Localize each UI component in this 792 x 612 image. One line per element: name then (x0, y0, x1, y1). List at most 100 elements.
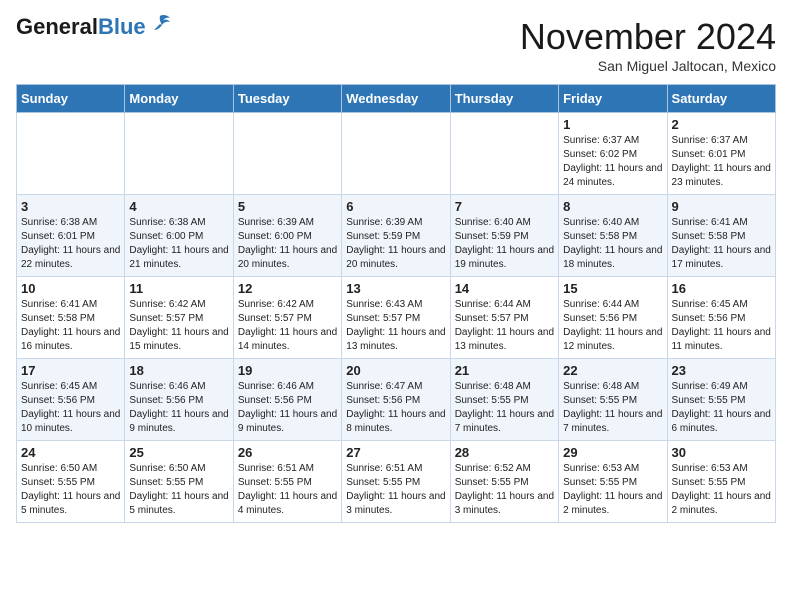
calendar-cell: 27Sunrise: 6:51 AMSunset: 5:55 PMDayligh… (342, 441, 450, 523)
day-info: Sunrise: 6:44 AMSunset: 5:56 PMDaylight:… (563, 298, 662, 354)
calendar-week-row: 10Sunrise: 6:41 AMSunset: 5:58 PMDayligh… (17, 277, 776, 359)
day-info: Sunrise: 6:46 AMSunset: 5:56 PMDaylight:… (238, 380, 337, 436)
title-block: November 2024 San Miguel Jaltocan, Mexic… (520, 16, 776, 74)
logo-text: GeneralBlue (16, 16, 146, 38)
day-info: Sunrise: 6:40 AMSunset: 5:59 PMDaylight:… (455, 216, 554, 272)
calendar-cell: 24 Sunrise: 6:50 AMSunset: 5:55 PMDayligh… (17, 441, 125, 523)
calendar-cell: 8 Sunrise: 6:40 AMSunset: 5:58 PMDaylight… (559, 195, 667, 277)
calendar-cell (233, 113, 341, 195)
day-info: Sunrise: 6:48 AMSunset: 5:55 PMDaylight:… (563, 380, 662, 436)
day-info: Sunrise: 6:51 AMSunset: 5:55 PMDaylight:… (238, 462, 337, 518)
calendar-cell: 15 Sunrise: 6:44 AMSunset: 5:56 PMDayligh… (559, 277, 667, 359)
day-number: 21 (455, 363, 554, 378)
calendar-cell: 19 Sunrise: 6:46 AMSunset: 5:56 PMDayligh… (233, 359, 341, 441)
weekday-header: Sunday (17, 85, 125, 113)
day-number: 19 (238, 363, 337, 378)
calendar-cell: 26 Sunrise: 6:51 AMSunset: 5:55 PMDayligh… (233, 441, 341, 523)
day-number: 11 (129, 281, 228, 296)
day-number: 17 (21, 363, 120, 378)
weekday-header: Wednesday (342, 85, 450, 113)
day-number: 2 (672, 117, 771, 132)
day-info: Sunrise: 6:47 AMSunset: 5:56 PMDaylight:… (346, 380, 445, 436)
day-info: Sunrise: 6:49 AMSunset: 5:55 PMDaylight:… (672, 380, 771, 436)
day-number: 22 (563, 363, 662, 378)
logo: GeneralBlue (16, 16, 172, 38)
calendar-cell (17, 113, 125, 195)
calendar-cell (450, 113, 558, 195)
day-info: Sunrise: 6:45 AMSunset: 5:56 PMDaylight:… (21, 380, 120, 436)
calendar-cell: 18Sunrise: 6:46 AMSunset: 5:56 PMDayligh… (125, 359, 233, 441)
calendar-cell: 11 Sunrise: 6:42 AMSunset: 5:57 PMDayligh… (125, 277, 233, 359)
calendar-cell: 21 Sunrise: 6:48 AMSunset: 5:55 PMDayligh… (450, 359, 558, 441)
day-info: Sunrise: 6:37 AMSunset: 6:01 PMDaylight:… (672, 134, 771, 190)
day-number: 14 (455, 281, 554, 296)
day-info: Sunrise: 6:38 AMSunset: 6:00 PMDaylight:… (129, 216, 228, 272)
calendar-week-row: 3Sunrise: 6:38 AMSunset: 6:01 PMDaylight… (17, 195, 776, 277)
day-info: Sunrise: 6:50 AMSunset: 5:55 PMDaylight:… (129, 462, 228, 518)
calendar-cell (125, 113, 233, 195)
day-info: Sunrise: 6:42 AMSunset: 5:57 PMDaylight:… (238, 298, 337, 354)
calendar-week-row: 24 Sunrise: 6:50 AMSunset: 5:55 PMDayligh… (17, 441, 776, 523)
day-info: Sunrise: 6:37 AMSunset: 6:02 PMDaylight:… (563, 134, 662, 190)
day-info: Sunrise: 6:41 AMSunset: 5:58 PMDaylight:… (21, 298, 120, 354)
day-info: Sunrise: 6:52 AMSunset: 5:55 PMDaylight:… (455, 462, 554, 518)
day-number: 9 (672, 199, 771, 214)
calendar-cell: 29 Sunrise: 6:53 AMSunset: 5:55 PMDayligh… (559, 441, 667, 523)
day-number: 26 (238, 445, 337, 460)
calendar-cell: 20Sunrise: 6:47 AMSunset: 5:56 PMDayligh… (342, 359, 450, 441)
day-info: Sunrise: 6:50 AMSunset: 5:55 PMDaylight:… (21, 462, 120, 518)
calendar-cell: 12Sunrise: 6:42 AMSunset: 5:57 PMDayligh… (233, 277, 341, 359)
calendar-cell: 14 Sunrise: 6:44 AMSunset: 5:57 PMDayligh… (450, 277, 558, 359)
day-info: Sunrise: 6:53 AMSunset: 5:55 PMDaylight:… (563, 462, 662, 518)
day-number: 24 (21, 445, 120, 460)
day-info: Sunrise: 6:39 AMSunset: 5:59 PMDaylight:… (346, 216, 445, 272)
calendar-cell: 1 Sunrise: 6:37 AMSunset: 6:02 PMDaylight… (559, 113, 667, 195)
day-info: Sunrise: 6:45 AMSunset: 5:56 PMDaylight:… (672, 298, 771, 354)
calendar-cell: 5Sunrise: 6:39 AMSunset: 6:00 PMDaylight… (233, 195, 341, 277)
weekday-header: Friday (559, 85, 667, 113)
day-number: 5 (238, 199, 337, 214)
weekday-header: Saturday (667, 85, 775, 113)
day-number: 29 (563, 445, 662, 460)
weekday-header: Monday (125, 85, 233, 113)
day-info: Sunrise: 6:44 AMSunset: 5:57 PMDaylight:… (455, 298, 554, 354)
calendar-table: SundayMondayTuesdayWednesdayThursdayFrid… (16, 84, 776, 523)
calendar-week-row: 17 Sunrise: 6:45 AMSunset: 5:56 PMDayligh… (17, 359, 776, 441)
day-info: Sunrise: 6:46 AMSunset: 5:56 PMDaylight:… (129, 380, 228, 436)
calendar-cell: 25 Sunrise: 6:50 AMSunset: 5:55 PMDayligh… (125, 441, 233, 523)
day-number: 28 (455, 445, 554, 460)
calendar-cell: 10Sunrise: 6:41 AMSunset: 5:58 PMDayligh… (17, 277, 125, 359)
calendar-cell: 9Sunrise: 6:41 AMSunset: 5:58 PMDaylight… (667, 195, 775, 277)
calendar-cell: 13Sunrise: 6:43 AMSunset: 5:57 PMDayligh… (342, 277, 450, 359)
day-number: 6 (346, 199, 445, 214)
calendar-cell: 17 Sunrise: 6:45 AMSunset: 5:56 PMDayligh… (17, 359, 125, 441)
day-number: 8 (563, 199, 662, 214)
day-info: Sunrise: 6:40 AMSunset: 5:58 PMDaylight:… (563, 216, 662, 272)
weekday-header: Thursday (450, 85, 558, 113)
calendar-cell: 28 Sunrise: 6:52 AMSunset: 5:55 PMDayligh… (450, 441, 558, 523)
day-number: 23 (672, 363, 771, 378)
day-number: 7 (455, 199, 554, 214)
calendar-cell: 2 Sunrise: 6:37 AMSunset: 6:01 PMDaylight… (667, 113, 775, 195)
calendar-cell (342, 113, 450, 195)
weekday-header: Tuesday (233, 85, 341, 113)
day-number: 13 (346, 281, 445, 296)
month-title: November 2024 (520, 16, 776, 58)
day-info: Sunrise: 6:42 AMSunset: 5:57 PMDaylight:… (129, 298, 228, 354)
day-number: 3 (21, 199, 120, 214)
calendar-cell: 4Sunrise: 6:38 AMSunset: 6:00 PMDaylight… (125, 195, 233, 277)
page-header: GeneralBlue November 2024 San Miguel Jal… (16, 16, 776, 74)
day-number: 30 (672, 445, 771, 460)
day-number: 15 (563, 281, 662, 296)
day-info: Sunrise: 6:53 AMSunset: 5:55 PMDaylight:… (672, 462, 771, 518)
day-info: Sunrise: 6:48 AMSunset: 5:55 PMDaylight:… (455, 380, 554, 436)
day-number: 27 (346, 445, 445, 460)
day-number: 1 (563, 117, 662, 132)
day-number: 16 (672, 281, 771, 296)
day-number: 25 (129, 445, 228, 460)
calendar-cell: 16 Sunrise: 6:45 AMSunset: 5:56 PMDayligh… (667, 277, 775, 359)
calendar-header-row: SundayMondayTuesdayWednesdayThursdayFrid… (17, 85, 776, 113)
calendar-cell: 23 Sunrise: 6:49 AMSunset: 5:55 PMDayligh… (667, 359, 775, 441)
logo-bird-icon (150, 14, 172, 32)
calendar-week-row: 1 Sunrise: 6:37 AMSunset: 6:02 PMDaylight… (17, 113, 776, 195)
